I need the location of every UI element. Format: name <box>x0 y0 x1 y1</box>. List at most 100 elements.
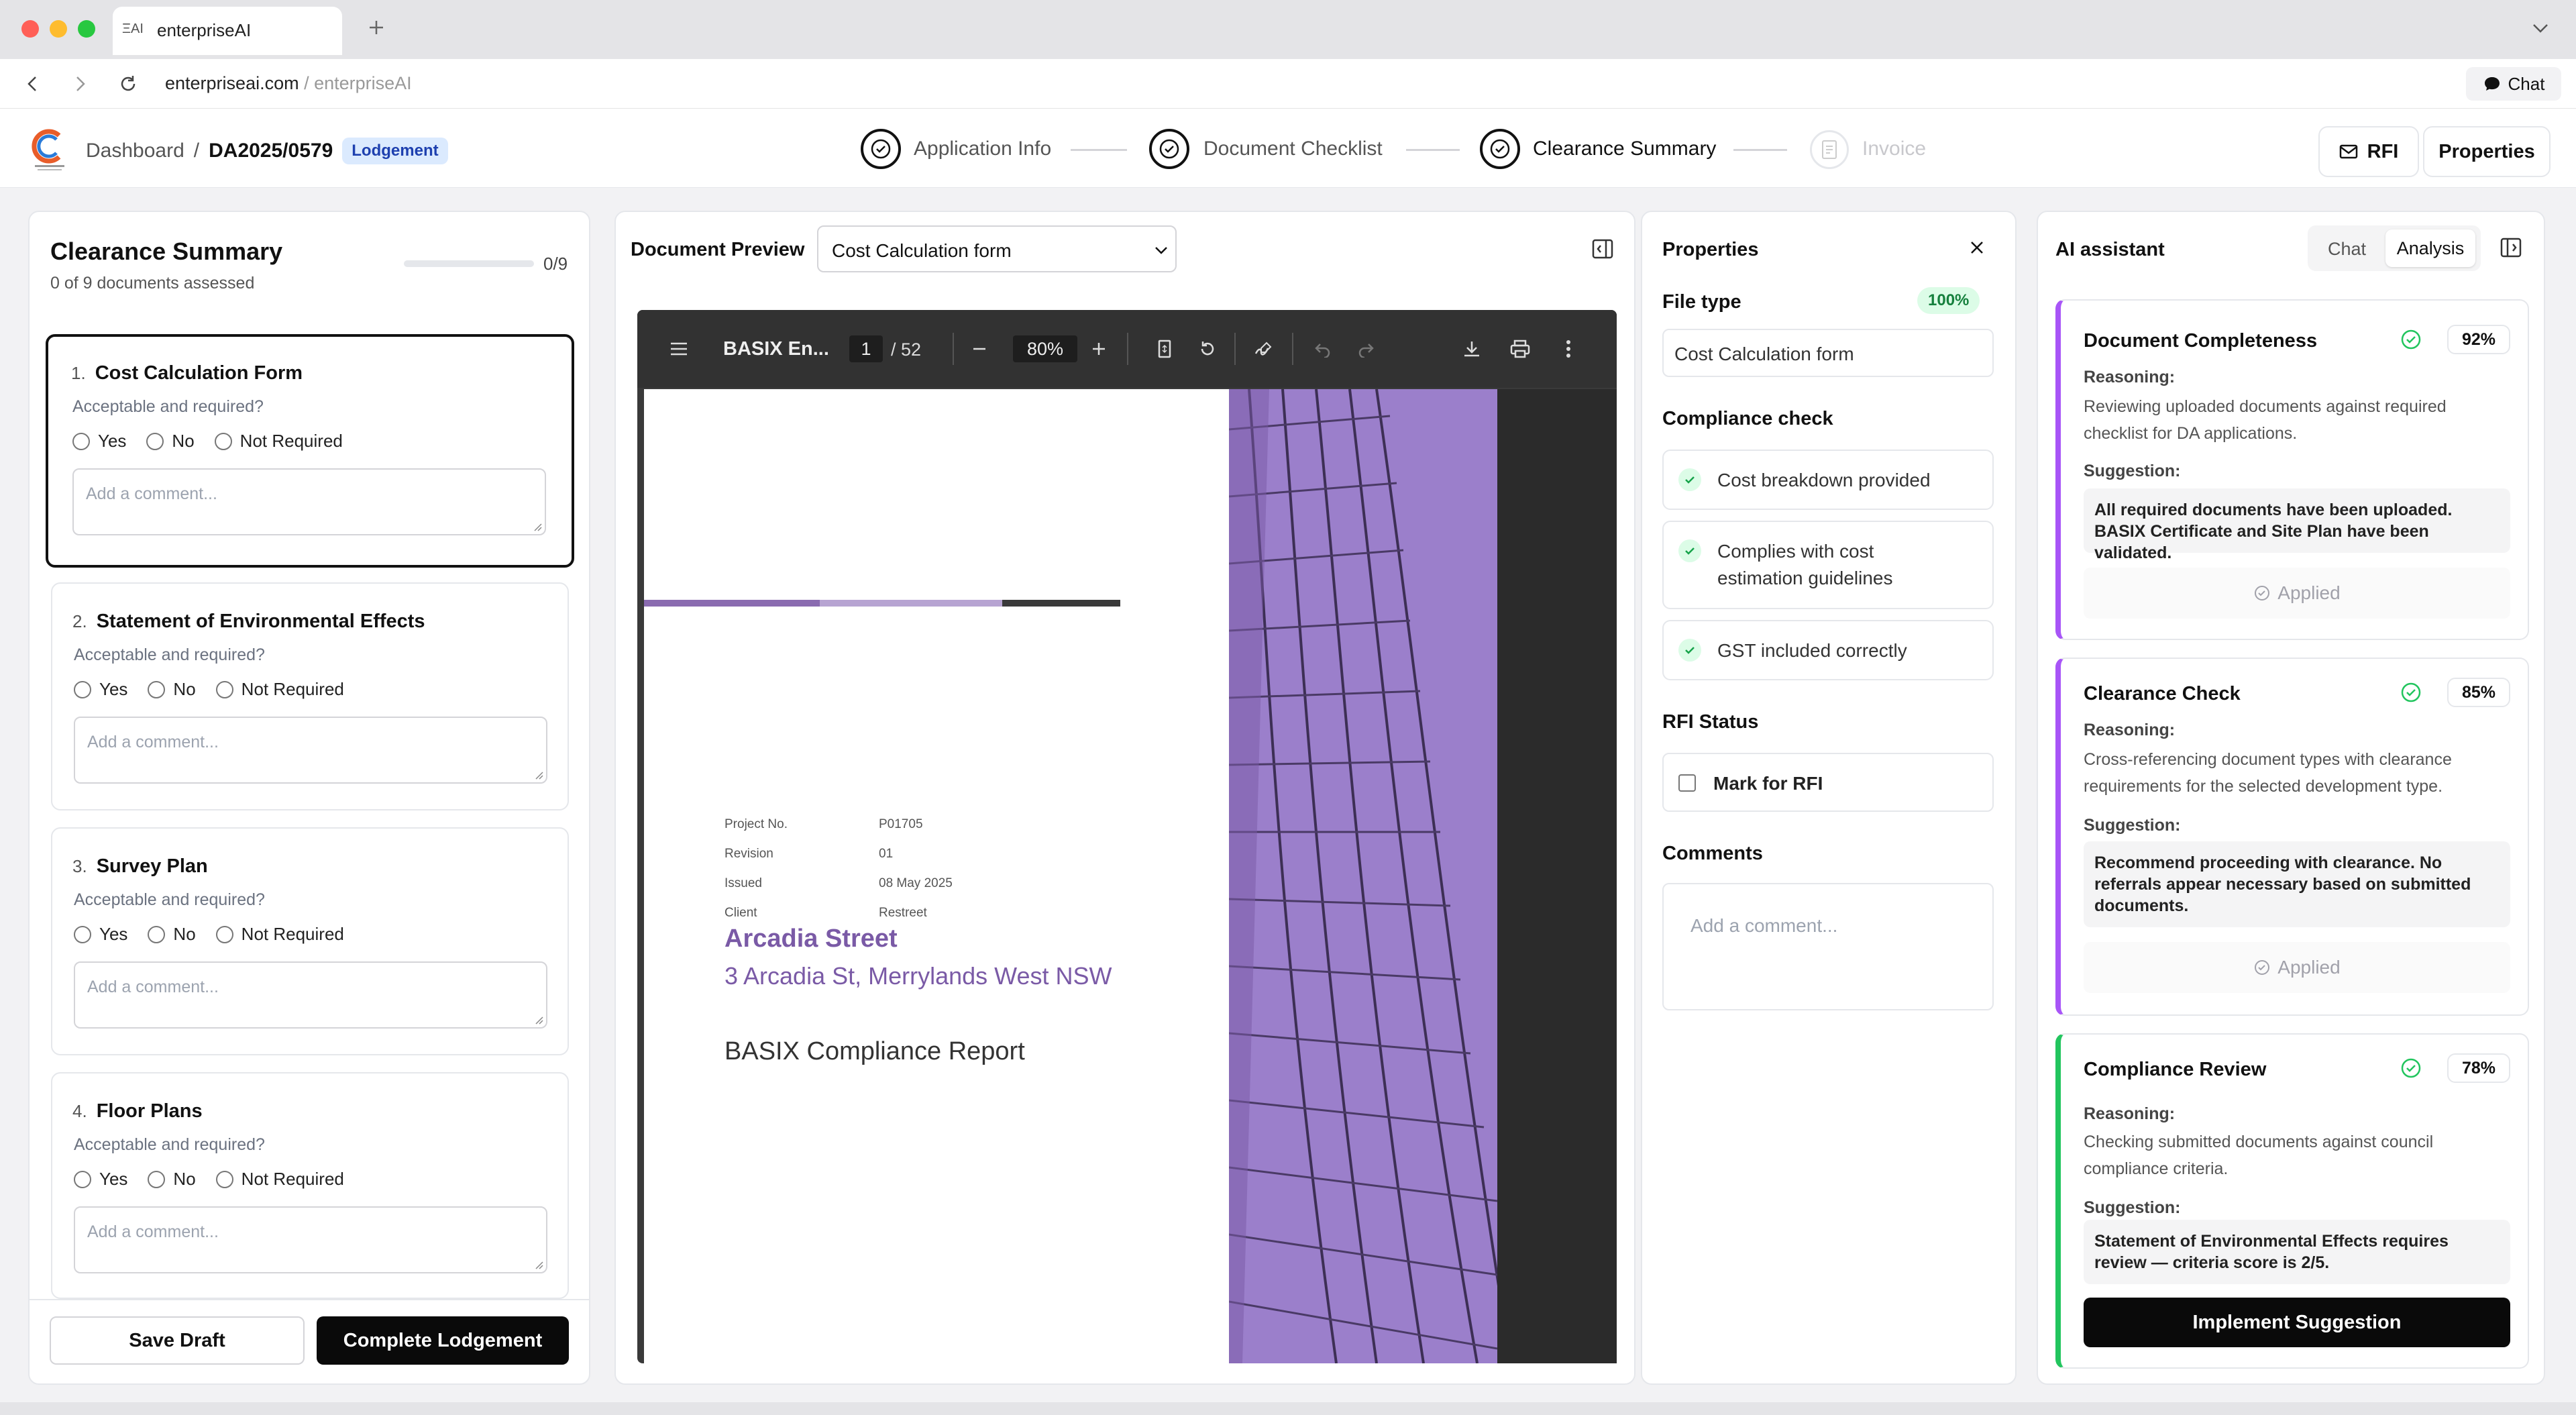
radio-no[interactable] <box>148 925 166 943</box>
step-document-checklist[interactable]: Document Checklist <box>1203 138 1383 160</box>
address-bar[interactable]: enterpriseai.com / enterpriseAI <box>165 73 412 94</box>
clearance-item[interactable]: 3. Survey Plan Acceptable and required? Yes… <box>51 827 569 1055</box>
implement-suggestion-button[interactable]: Implement Suggestion <box>2084 1298 2510 1347</box>
comment-textarea[interactable]: Add a comment... <box>74 961 547 1029</box>
forward-icon[interactable] <box>70 74 90 94</box>
new-tab-icon[interactable] <box>366 17 386 38</box>
comment-textarea[interactable]: Add a comment... <box>72 468 546 535</box>
fit-page-icon[interactable] <box>1150 334 1179 364</box>
redo-icon[interactable] <box>1351 334 1381 364</box>
divider <box>1292 333 1293 365</box>
tab-list-chevron-icon[interactable] <box>2530 20 2551 36</box>
radio-no-label[interactable]: No <box>173 679 195 700</box>
rfi-status-label: RFI Status <box>1662 711 1759 733</box>
maximize-window-button[interactable] <box>78 20 95 38</box>
radio-not-required-label[interactable]: Not Required <box>240 431 343 452</box>
radio-yes[interactable] <box>74 1170 91 1188</box>
radio-yes-label[interactable]: Yes <box>99 679 127 700</box>
document-select[interactable]: Cost Calculation form <box>817 225 1177 272</box>
comment-textarea[interactable]: Add a comment... <box>74 717 547 784</box>
radio-yes-label[interactable]: Yes <box>99 924 127 945</box>
radio-no[interactable] <box>148 680 166 698</box>
comments-placeholder: Add a comment... <box>1690 915 1838 936</box>
zoom-in-icon[interactable] <box>1084 334 1114 364</box>
radio-not-required[interactable] <box>215 680 233 698</box>
comment-placeholder: Add a comment... <box>86 484 217 503</box>
comments-textarea[interactable]: Add a comment... <box>1662 883 1994 1010</box>
radio-not-required[interactable] <box>215 1170 233 1188</box>
clearance-item[interactable]: 4. Floor Plans Acceptable and required? Yes… <box>51 1072 569 1299</box>
browser-tab[interactable]: ΞAI enterpriseAI <box>113 7 342 55</box>
company-logo[interactable] <box>30 126 70 173</box>
radio-yes[interactable] <box>72 432 90 450</box>
rfi-button-label: RFI <box>2367 140 2399 162</box>
pdf-zoom-input[interactable]: 80% <box>1013 335 1077 362</box>
applied-button[interactable]: Applied <box>2084 942 2510 993</box>
tab-chat[interactable]: Chat <box>2328 239 2366 260</box>
step-clearance-summary[interactable]: Clearance Summary <box>1533 138 1716 160</box>
clearance-item[interactable]: 2. Statement of Environmental Effects Acce… <box>51 582 569 810</box>
rotate-icon[interactable] <box>1193 334 1222 364</box>
pdf-page-input[interactable]: 1 <box>849 335 883 362</box>
radio-not-required-label[interactable]: Not Required <box>241 924 344 945</box>
radio-not-required[interactable] <box>214 432 232 450</box>
url-domain: enterpriseai.com <box>165 73 299 93</box>
browser-chat-button[interactable]: Chat <box>2466 67 2561 101</box>
radio-no[interactable] <box>146 432 164 450</box>
collapse-panel-icon[interactable] <box>2500 236 2522 259</box>
reload-icon[interactable] <box>118 74 138 94</box>
print-icon[interactable] <box>1505 334 1535 364</box>
clearance-item[interactable]: 1. Cost Calculation Form Acceptable and re… <box>46 334 574 568</box>
radio-no-label[interactable]: No <box>172 431 194 452</box>
radio-no-label[interactable]: No <box>173 1169 195 1190</box>
reasoning-text: Reviewing uploaded documents against req… <box>2084 397 2447 443</box>
radio-not-required-label[interactable]: Not Required <box>241 1169 344 1190</box>
close-icon[interactable] <box>1968 239 1986 256</box>
check-icon <box>1678 639 1701 662</box>
radio-not-required-label[interactable]: Not Required <box>241 679 344 700</box>
applied-button[interactable]: Applied <box>2084 568 2510 619</box>
undo-icon[interactable] <box>1308 334 1338 364</box>
pdf-menu-icon[interactable] <box>664 334 694 364</box>
radio-no[interactable] <box>148 1170 166 1188</box>
minimize-window-button[interactable] <box>50 20 67 38</box>
step-application-info-icon[interactable] <box>861 129 901 169</box>
radio-not-required[interactable] <box>215 925 233 943</box>
mark-for-rfi-label[interactable]: Mark for RFI <box>1713 773 1823 794</box>
comment-textarea[interactable]: Add a comment... <box>74 1206 547 1273</box>
pdf-toolbar: BASIX En... 1 / 52 80% <box>637 310 1617 388</box>
step-clearance-summary-icon[interactable] <box>1480 129 1520 169</box>
annotate-icon[interactable] <box>1249 334 1279 364</box>
radio-no-label[interactable]: No <box>173 924 195 945</box>
clearance-progress-text: 0/9 <box>543 254 568 274</box>
clearance-title: Clearance Summary <box>50 238 283 265</box>
tab-analysis[interactable]: Analysis <box>2385 229 2475 267</box>
rfi-button[interactable]: RFI <box>2318 126 2419 177</box>
file-type-field[interactable]: Cost Calculation form <box>1662 329 1994 377</box>
step-application-info[interactable]: Application Info <box>914 138 1051 160</box>
pdf-meta-key: Client <box>724 906 757 920</box>
confidence-badge: 78% <box>2447 1053 2510 1083</box>
more-options-icon[interactable] <box>1554 334 1583 364</box>
complete-lodgement-button[interactable]: Complete Lodgement <box>317 1316 569 1365</box>
zoom-out-icon[interactable] <box>965 334 994 364</box>
radio-yes-label[interactable]: Yes <box>99 1169 127 1190</box>
step-document-checklist-icon[interactable] <box>1149 129 1189 169</box>
collapse-panel-icon[interactable] <box>1591 238 1614 260</box>
radio-group: Yes No Not Required <box>72 431 343 452</box>
radio-yes[interactable] <box>74 680 91 698</box>
suggestion-text: Statement of Environmental Effects requi… <box>2084 1220 2510 1284</box>
properties-button[interactable]: Properties <box>2423 126 2551 177</box>
radio-yes[interactable] <box>74 925 91 943</box>
breadcrumb: Dashboard / DA2025/0579 Lodgement <box>86 138 448 164</box>
breadcrumb-dashboard[interactable]: Dashboard <box>86 140 184 162</box>
document-preview-label: Document Preview <box>631 239 805 260</box>
radio-yes-label[interactable]: Yes <box>98 431 126 452</box>
mark-for-rfi-checkbox[interactable] <box>1678 774 1696 792</box>
download-icon[interactable] <box>1457 334 1487 364</box>
properties-title: Properties <box>1662 239 1759 260</box>
clearance-item-question: Acceptable and required? <box>74 1135 265 1154</box>
close-window-button[interactable] <box>21 20 39 38</box>
save-draft-button[interactable]: Save Draft <box>50 1316 305 1365</box>
back-icon[interactable] <box>23 74 43 94</box>
